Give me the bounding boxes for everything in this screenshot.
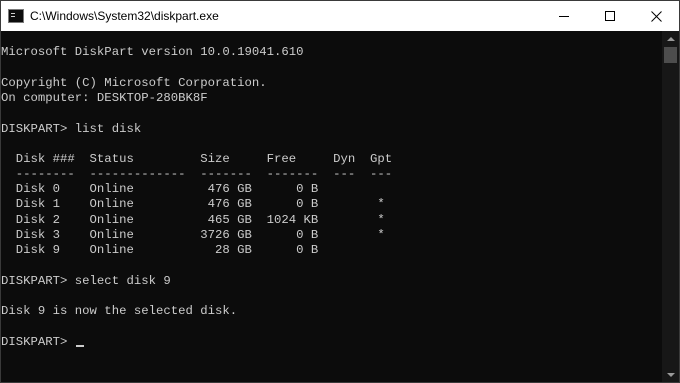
copyright-line: Copyright (C) Microsoft Corporation. <box>1 76 267 90</box>
table-row: Disk 0 Online 476 GB 0 B <box>1 182 319 196</box>
title-bar[interactable]: C:\Windows\System32\diskpart.exe <box>1 1 679 31</box>
command-line-list-disk: DISKPART> list disk <box>1 122 142 136</box>
text-cursor <box>75 345 84 347</box>
status-message: Disk 9 is now the selected disk. <box>1 304 238 318</box>
close-button[interactable] <box>633 1 679 31</box>
table-row: Disk 3 Online 3726 GB 0 B * <box>1 228 385 242</box>
version-line: Microsoft DiskPart version 10.0.19041.61… <box>1 45 304 59</box>
table-row: Disk 9 Online 28 GB 0 B <box>1 243 319 257</box>
command-line-select-disk: DISKPART> select disk 9 <box>1 274 171 288</box>
scroll-thumb[interactable] <box>664 47 677 63</box>
window-controls <box>541 1 679 31</box>
console-output[interactable]: Microsoft DiskPart version 10.0.19041.61… <box>1 31 663 382</box>
window-title: C:\Windows\System32\diskpart.exe <box>30 9 219 23</box>
close-icon <box>650 10 662 22</box>
maximize-button[interactable] <box>587 1 633 31</box>
prompt-text: DISKPART> <box>1 335 75 349</box>
console-window: C:\Windows\System32\diskpart.exe Microso… <box>0 0 680 383</box>
table-row: Disk 1 Online 476 GB 0 B * <box>1 197 385 211</box>
scroll-up-arrow-icon[interactable] <box>662 31 679 46</box>
prompt-line[interactable]: DISKPART> <box>1 335 84 350</box>
table-header: Disk ### Status Size Free Dyn Gpt <box>1 152 393 166</box>
scroll-down-arrow-icon[interactable] <box>662 367 679 382</box>
vertical-scrollbar[interactable] <box>662 31 679 382</box>
table-separator: -------- ------------- ------- ------- -… <box>1 167 393 181</box>
computer-line: On computer: DESKTOP-280BK8F <box>1 91 208 105</box>
minimize-button[interactable] <box>541 1 587 31</box>
cmd-icon <box>8 9 24 23</box>
table-row: Disk 2 Online 465 GB 1024 KB * <box>1 213 385 227</box>
